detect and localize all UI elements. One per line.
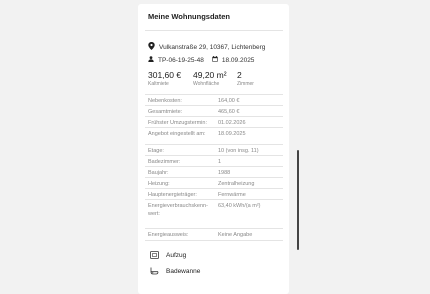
map-pin-icon bbox=[148, 42, 155, 52]
panel-title: Meine Wohnungsdaten bbox=[148, 12, 230, 21]
feature-badewanne: Badewanne bbox=[148, 266, 200, 276]
listing-date: 18.09.2025 bbox=[221, 56, 255, 64]
bathtub-icon bbox=[148, 266, 160, 276]
detail-value: Zentralheizung bbox=[218, 181, 255, 187]
stat-value: 2 bbox=[237, 70, 242, 80]
detail-value: 63,40 kWh/(a m²) bbox=[218, 203, 261, 209]
detail-row: Energieausweis: Keine Angabe bbox=[145, 228, 283, 241]
detail-key: Heizung: bbox=[148, 181, 170, 187]
detail-key: Badezimmer: bbox=[148, 159, 181, 165]
stat-zimmer: 2 Zimmer bbox=[237, 70, 254, 87]
reference-id: TP-06-19-25-48 bbox=[158, 56, 204, 64]
detail-key: Baujahr: bbox=[148, 170, 169, 176]
detail-key: Frühster Umzugstermin: bbox=[148, 120, 207, 126]
address-row: Vulkanstraße 29, 10367, Lichtenberg bbox=[148, 42, 265, 52]
detail-value: Fernwärme bbox=[218, 192, 246, 198]
calendar-icon bbox=[212, 56, 218, 64]
stat-value: 49,20 m² bbox=[193, 70, 227, 80]
detail-row: Angebot eingestellt am: 18.09.2025 bbox=[145, 127, 283, 139]
detail-value: 1988 bbox=[218, 170, 231, 176]
divider bbox=[145, 30, 283, 31]
detail-value: 465,60 € bbox=[218, 109, 240, 115]
detail-key: Angebot eingestellt am: bbox=[148, 131, 206, 137]
detail-value: Keine Angabe bbox=[218, 232, 253, 238]
detail-value: 1 bbox=[218, 159, 222, 165]
detail-value: 10 (von insg. 11) bbox=[218, 148, 259, 154]
detail-value: 164,00 € bbox=[218, 98, 240, 104]
stat-label: Wohnfläche bbox=[193, 81, 220, 87]
elevator-icon bbox=[148, 250, 160, 260]
detail-key: Energieverbrauchskenn-wert: bbox=[148, 203, 208, 217]
detail-key: Energieausweis: bbox=[148, 232, 189, 238]
stat-label: Kaltmiete bbox=[148, 81, 169, 87]
detail-key: Hauptenergieträger: bbox=[148, 192, 197, 198]
address-text: Vulkanstraße 29, 10367, Lichtenberg bbox=[159, 43, 266, 51]
stat-value: 301,60 € bbox=[148, 70, 182, 80]
detail-key: Nebenkosten: bbox=[148, 98, 182, 104]
user-icon bbox=[148, 56, 154, 64]
feature-label: Badewanne bbox=[166, 267, 201, 275]
feature-label: Aufzug bbox=[166, 251, 187, 259]
feature-aufzug: Aufzug bbox=[148, 250, 186, 260]
stat-wohnflaeche: 49,20 m² Wohnfläche bbox=[193, 70, 227, 87]
detail-key: Etage: bbox=[148, 148, 164, 154]
meta-row: TP-06-19-25-48 18.09.2025 bbox=[148, 56, 254, 64]
stat-kaltmiete: 301,60 € Kaltmiete bbox=[148, 70, 181, 87]
detail-value: 18.09.2025 bbox=[218, 131, 246, 137]
detail-value: 01.02.2026 bbox=[218, 120, 246, 126]
scrollbar[interactable] bbox=[297, 150, 299, 250]
detail-row: Energieverbrauchskenn-wert: 63,40 kWh/(a… bbox=[145, 199, 283, 219]
stat-label: Zimmer bbox=[237, 81, 254, 87]
detail-key: Gesamtmiete: bbox=[148, 109, 183, 115]
